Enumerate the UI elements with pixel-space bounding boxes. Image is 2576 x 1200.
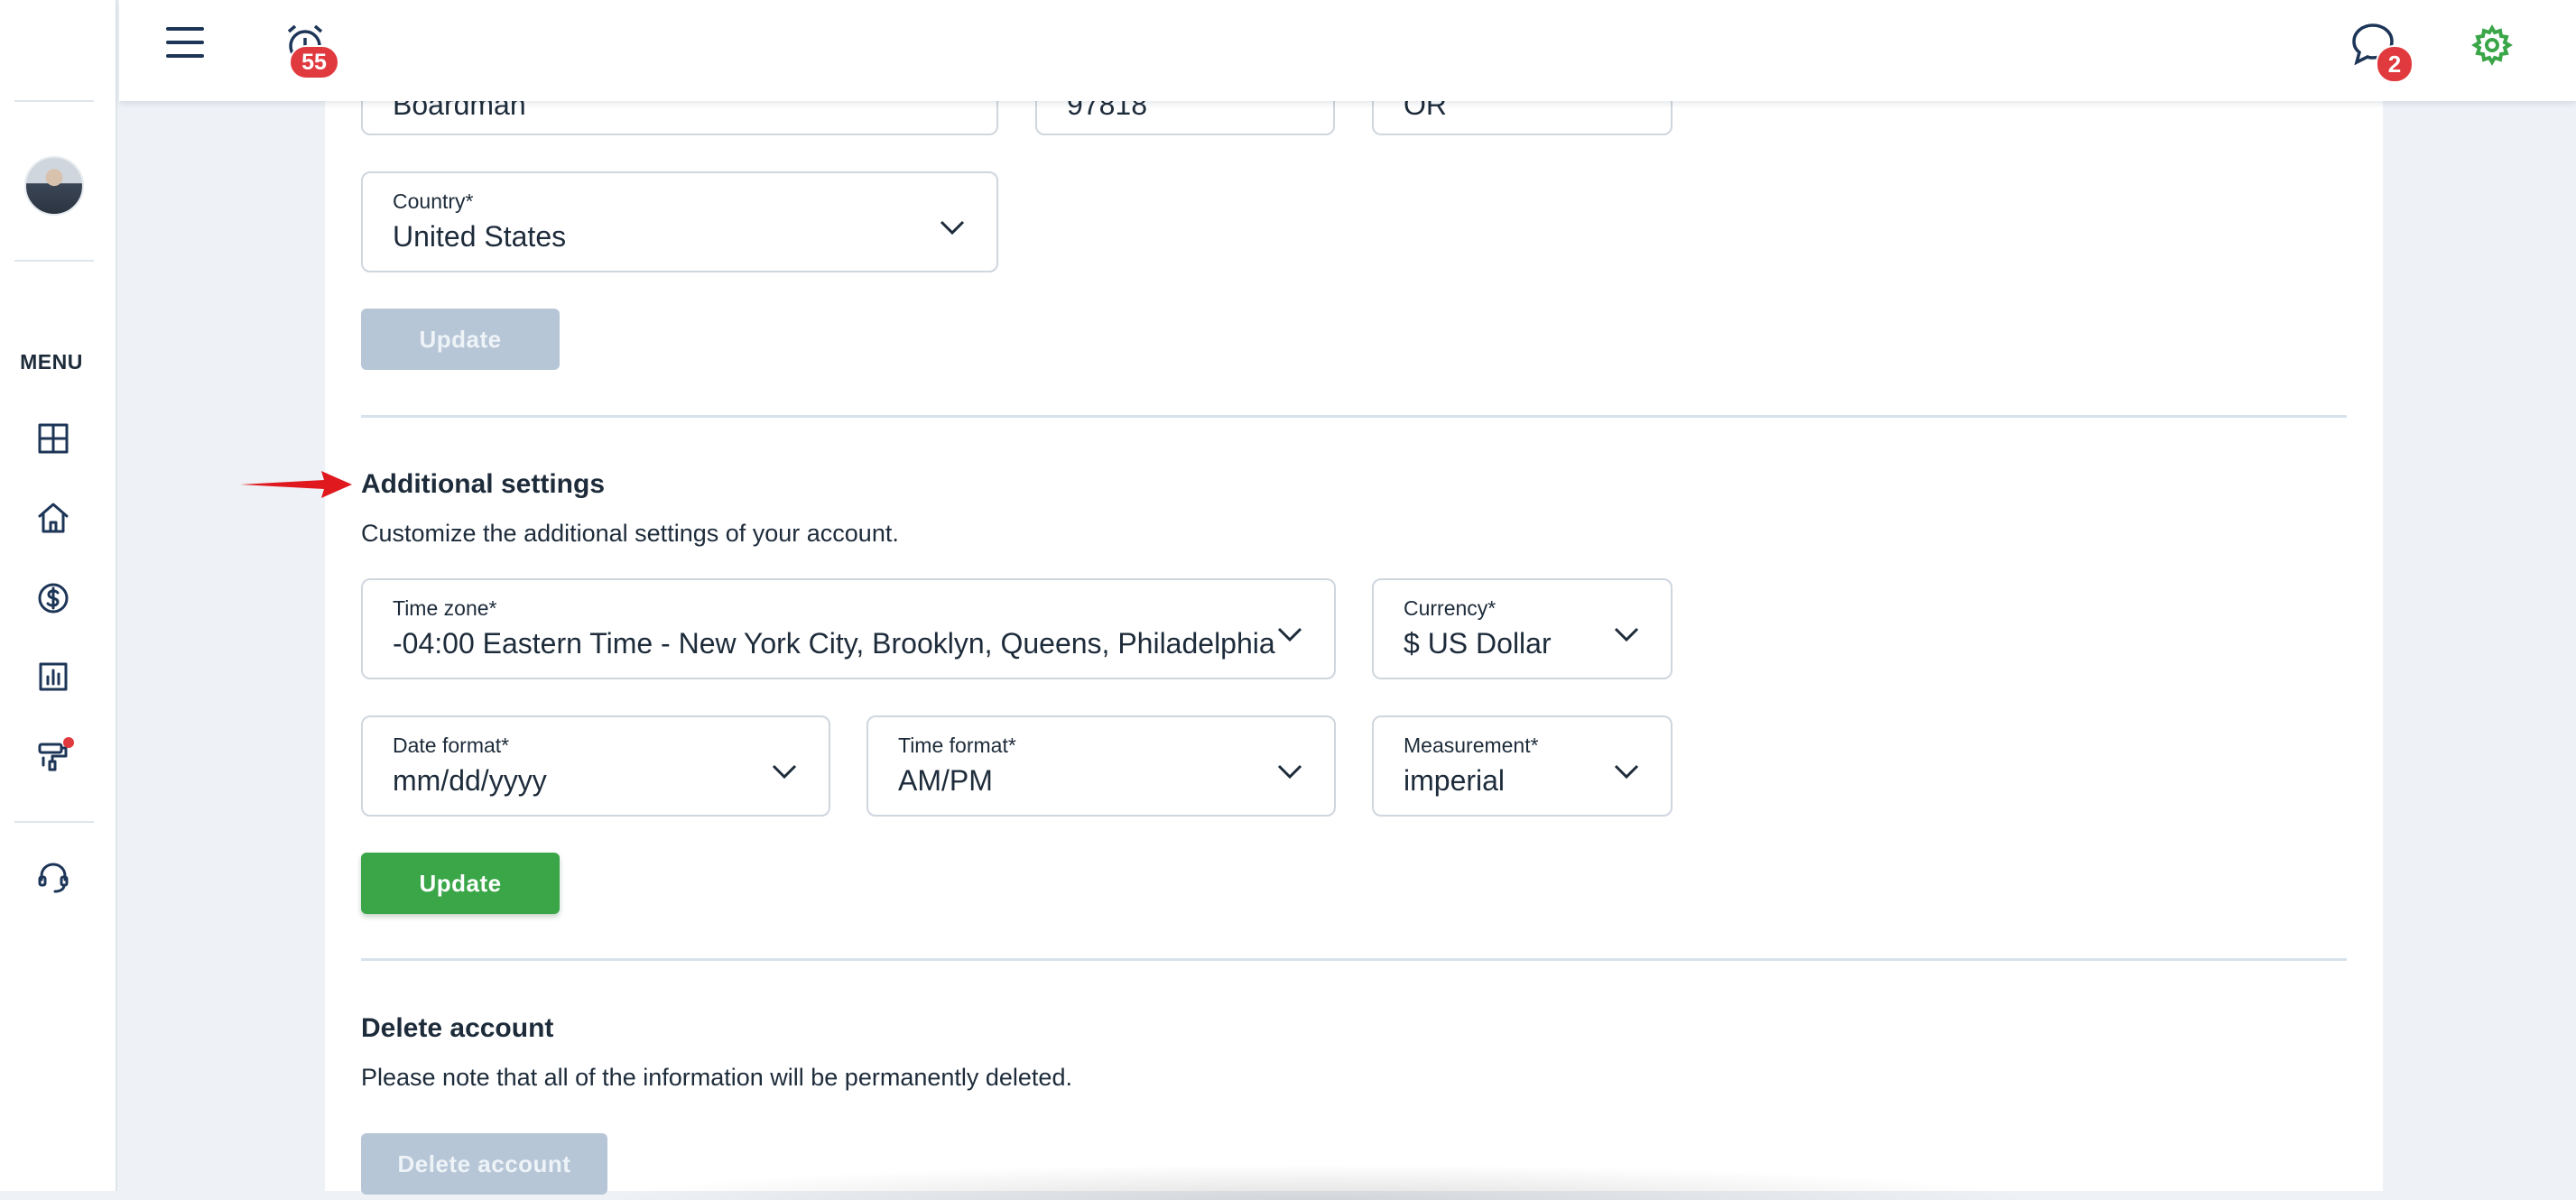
delete-account-description: Please note that all of the information … xyxy=(361,1064,1072,1091)
measurement-select[interactable]: Measurement* imperial xyxy=(1372,715,1673,817)
time-format-value: AM/PM xyxy=(898,764,993,797)
measurement-value: imperial xyxy=(1404,764,1506,797)
sidebar-divider xyxy=(14,100,94,102)
currency-label: Currency* xyxy=(1404,596,1496,620)
delete-account-title: Delete account xyxy=(361,1013,554,1043)
messages-badge: 2 xyxy=(2376,45,2414,83)
update-address-button[interactable]: Update xyxy=(361,309,560,370)
country-select[interactable]: Country* United States xyxy=(361,171,998,272)
sidebar-item-support[interactable] xyxy=(32,857,74,899)
dollar-icon xyxy=(38,583,69,614)
headset-icon xyxy=(38,863,69,893)
sidebar-item-billing[interactable] xyxy=(32,577,74,619)
date-format-select[interactable]: Date format* mm/dd/yyyy xyxy=(361,715,830,817)
annotation-arrow-icon xyxy=(240,471,352,498)
chevron-down-icon xyxy=(1613,625,1640,643)
sidebar-item-dashboard[interactable] xyxy=(32,418,74,459)
sidebar-item-reports[interactable] xyxy=(32,656,74,697)
top-bar: 55 2 xyxy=(119,0,2576,101)
time-format-label: Time format* xyxy=(898,734,1016,757)
chevron-down-icon xyxy=(1613,762,1640,780)
time-format-select[interactable]: Time format* AM/PM xyxy=(866,715,1336,817)
dashboard-icon xyxy=(38,423,69,454)
currency-select[interactable]: Currency* $ US Dollar xyxy=(1372,578,1673,679)
settings-button[interactable] xyxy=(2470,23,2516,69)
chevron-down-icon xyxy=(1276,625,1303,643)
chevron-down-icon xyxy=(771,762,798,780)
currency-value: $ US Dollar xyxy=(1404,627,1552,660)
notification-dot xyxy=(63,737,74,748)
sidebar-divider xyxy=(14,260,94,262)
chart-icon xyxy=(39,662,68,691)
timezone-value: -04:00 Eastern Time - New York City, Bro… xyxy=(393,627,1275,660)
sidebar: MENU xyxy=(0,0,117,1191)
date-format-value: mm/dd/yyyy xyxy=(393,764,547,797)
home-icon xyxy=(38,503,69,533)
additional-settings-title: Additional settings xyxy=(361,469,605,499)
avatar[interactable] xyxy=(24,156,84,216)
sidebar-item-paint[interactable] xyxy=(32,735,74,777)
section-divider xyxy=(361,415,2347,418)
section-divider xyxy=(361,958,2347,961)
chevron-down-icon xyxy=(1276,762,1303,780)
country-label: Country* xyxy=(393,189,474,213)
timezone-label: Time zone* xyxy=(393,596,497,620)
additional-settings-description: Customize the additional settings of you… xyxy=(361,520,899,547)
date-format-label: Date format* xyxy=(393,734,510,757)
update-settings-button[interactable]: Update xyxy=(361,853,560,914)
chevron-down-icon xyxy=(939,218,966,236)
sidebar-divider xyxy=(14,821,94,823)
bottom-shadow xyxy=(596,1164,2040,1200)
delete-account-button[interactable]: Delete account xyxy=(361,1133,607,1195)
notifications-badge: 55 xyxy=(289,45,339,79)
gear-icon xyxy=(2471,24,2513,66)
timezone-select[interactable]: Time zone* -04:00 Eastern Time - New Yor… xyxy=(361,578,1336,679)
measurement-label: Measurement* xyxy=(1404,734,1539,757)
menu-label: MENU xyxy=(20,350,83,374)
sidebar-item-home[interactable] xyxy=(32,497,74,539)
country-value: United States xyxy=(393,220,567,253)
hamburger-menu-icon[interactable] xyxy=(166,27,208,69)
